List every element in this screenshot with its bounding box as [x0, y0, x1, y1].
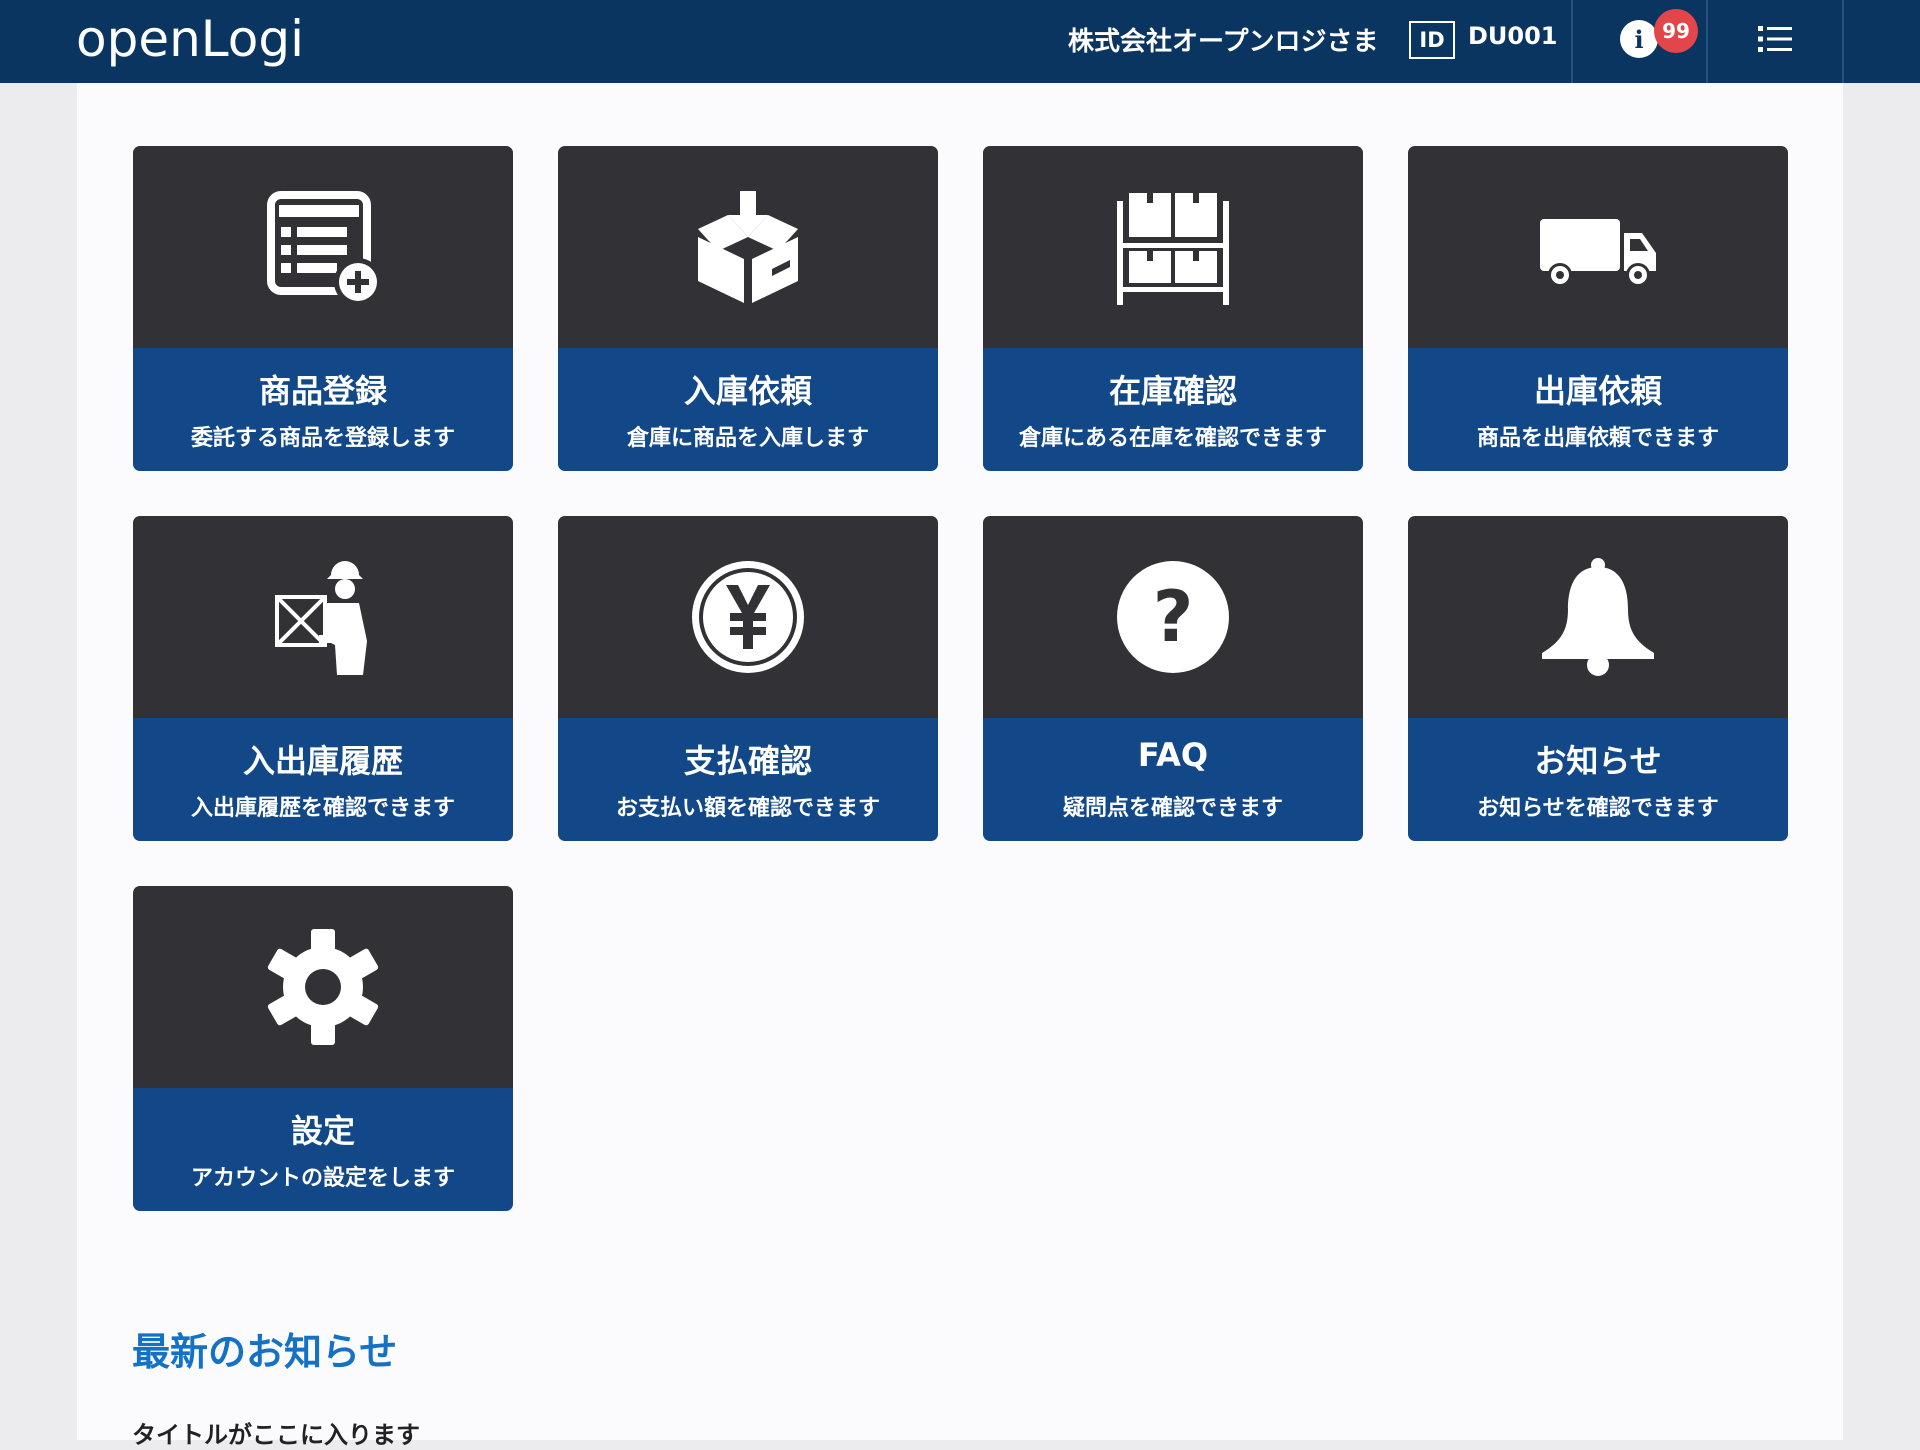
tile-title: 在庫確認	[1108, 372, 1237, 410]
top-header: openLogi 株式会社オープンロジさま ID DU001 i 99	[0, 0, 1920, 83]
tile-title: お知らせ	[1534, 742, 1662, 780]
yen-coin-icon	[692, 561, 804, 673]
tile-description: 倉庫に商品を入庫します	[626, 426, 869, 451]
tile-description: お知らせを確認できます	[1477, 796, 1719, 821]
header-divider	[1571, 0, 1573, 83]
tile-inventory-check[interactable]: 在庫確認 倉庫にある在庫を確認できます	[983, 146, 1363, 471]
tile-description: お支払い額を確認できます	[615, 796, 880, 821]
bell-icon	[1542, 558, 1654, 676]
tile-inout-history[interactable]: 入出庫履歴 入出庫履歴を確認できます	[133, 516, 513, 841]
tile-product-register[interactable]: 商品登録 委託する商品を登録します	[133, 146, 513, 471]
tile-title: 設定	[290, 1112, 355, 1150]
product-register-icon	[267, 191, 382, 306]
gear-icon	[267, 929, 379, 1045]
tile-description: 入出庫履歴を確認できます	[190, 796, 455, 821]
logo-text: openLogi	[76, 10, 304, 68]
tile-title: FAQ	[1137, 736, 1209, 774]
inventory-shelf-icon	[1117, 193, 1229, 305]
tile-title: 出庫依頼	[1533, 372, 1662, 410]
tile-description: アカウントの設定をします	[190, 1166, 455, 1191]
tile-title: 入出庫履歴	[242, 742, 403, 780]
id-value: DU001	[1468, 22, 1558, 50]
info-icon[interactable]: i	[1620, 20, 1658, 58]
latest-news-heading: 最新のお知らせ	[132, 1330, 398, 1374]
main-content: 商品登録 委託する商品を登録します 入庫依頼 倉庫に商品を入庫します 在庫確認 …	[77, 83, 1843, 1449]
tile-title: 商品登録	[258, 372, 387, 410]
tile-faq[interactable]: ? FAQ 疑問点を確認できます	[983, 516, 1363, 841]
header-divider	[1842, 0, 1844, 83]
tile-payment-check[interactable]: 支払確認 お支払い額を確認できます	[558, 516, 938, 841]
tile-title: 支払確認	[683, 742, 812, 780]
tile-settings[interactable]: 設定 アカウントの設定をします	[133, 886, 513, 1211]
header-divider	[1706, 0, 1708, 83]
news-item-title[interactable]: タイトルがここに入ります	[132, 1415, 420, 1450]
tile-description: 疑問点を確認できます	[1062, 796, 1283, 821]
question-icon: ?	[1117, 561, 1229, 673]
tile-title: 入庫依頼	[683, 372, 812, 410]
tile-description: 商品を出庫依頼できます	[1476, 426, 1719, 451]
id-label: ID	[1409, 21, 1455, 59]
list-menu-icon[interactable]	[1758, 24, 1792, 54]
company-name: 株式会社オープンロジさま	[1068, 27, 1379, 57]
svg-text:?: ?	[1153, 576, 1194, 658]
tile-outbound-request[interactable]: 出庫依頼 商品を出庫依頼できます	[1408, 146, 1788, 471]
truck-icon	[1540, 219, 1656, 287]
delivery-person-icon	[275, 561, 367, 675]
tile-notices[interactable]: お知らせ お知らせを確認できます	[1408, 516, 1788, 841]
notification-badge[interactable]: 99	[1654, 9, 1698, 53]
tile-inbound-request[interactable]: 入庫依頼 倉庫に商品を入庫します	[558, 146, 938, 471]
openlogi-logo[interactable]: openLogi	[76, 6, 304, 72]
tile-description: 倉庫にある在庫を確認できます	[1018, 426, 1327, 451]
tile-description: 委託する商品を登録します	[190, 426, 455, 451]
inbound-box-icon	[698, 191, 798, 303]
